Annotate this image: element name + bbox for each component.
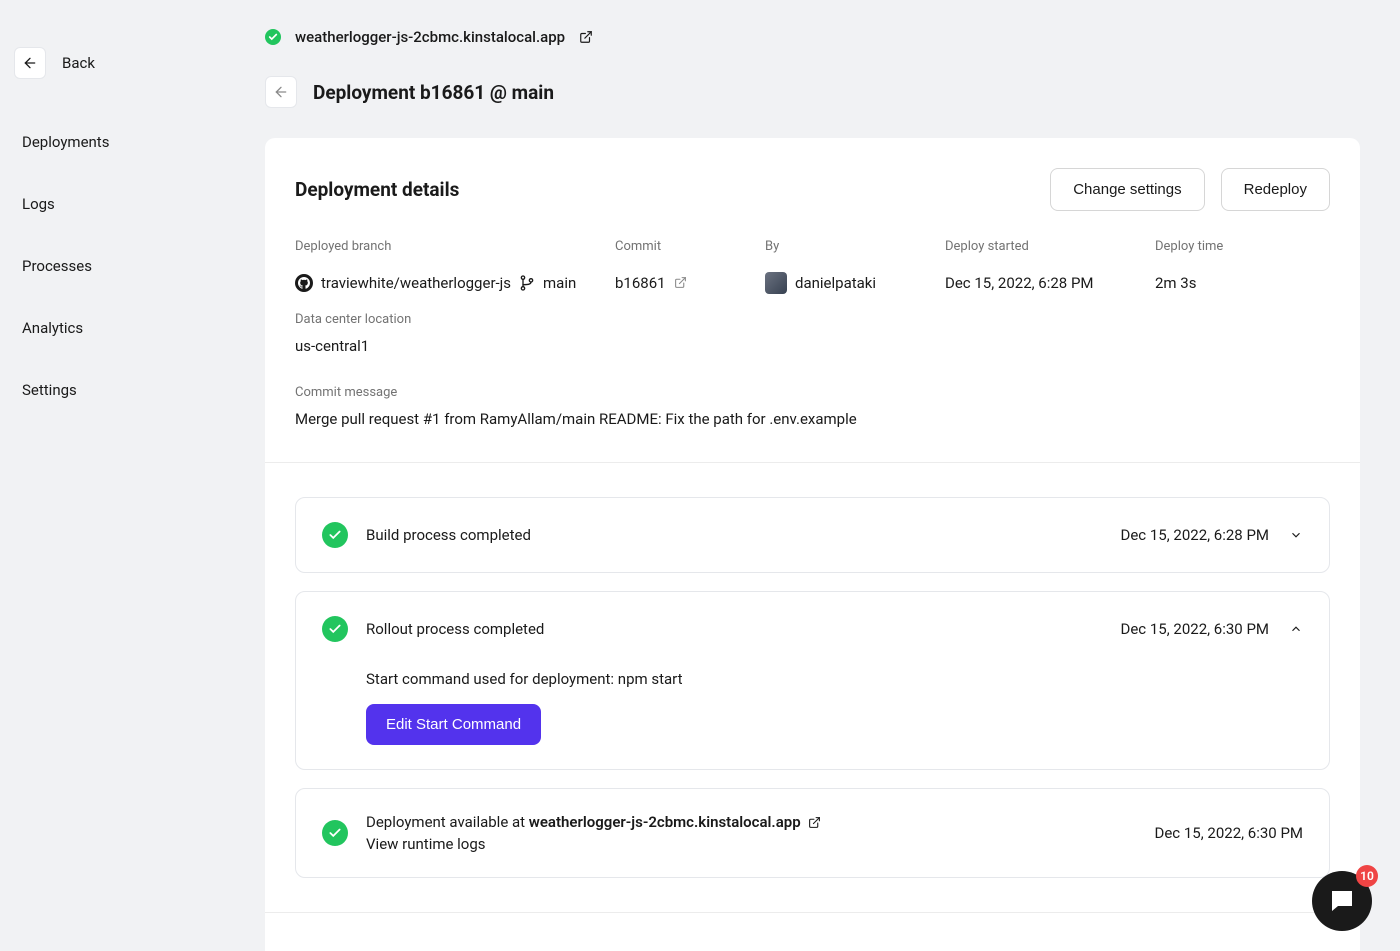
sidebar-item-deployments[interactable]: Deployments <box>12 119 253 165</box>
value-commit[interactable]: b16861 <box>615 272 765 294</box>
step-rollout-time: Dec 15, 2022, 6:30 PM <box>1121 620 1270 638</box>
status-dot-icon <box>265 29 281 45</box>
step-rollout: Rollout process completed Dec 15, 2022, … <box>295 591 1330 770</box>
step-rollout-title: Rollout process completed <box>366 620 1121 638</box>
commit-hash: b16861 <box>615 274 666 292</box>
page-title: Deployment b16861 @ main <box>313 81 554 104</box>
page-back-button[interactable] <box>265 76 297 108</box>
details-card: Deployment details Change settings Redep… <box>265 138 1360 951</box>
value-time: 2m 3s <box>1155 272 1330 294</box>
check-circle-icon <box>322 616 348 642</box>
label-time: Deploy time <box>1155 239 1330 254</box>
external-link-icon <box>808 816 822 830</box>
sidebar-item-analytics[interactable]: Analytics <box>12 305 253 351</box>
separator <box>265 912 1360 913</box>
start-command-text: Start command used for deployment: npm s… <box>366 670 1303 688</box>
back-row[interactable]: Back <box>14 47 253 79</box>
arrow-left-icon <box>22 55 38 71</box>
deploy-host[interactable]: weatherlogger-js-2cbmc.kinstalocal.app <box>529 813 801 831</box>
chat-badge: 10 <box>1356 865 1378 887</box>
by-name: danielpataki <box>795 274 876 292</box>
step-build-title: Build process completed <box>366 526 1121 544</box>
separator <box>265 462 1360 463</box>
avatar <box>765 272 787 294</box>
main-content: weatherlogger-js-2cbmc.kinstalocal.app D… <box>265 0 1400 951</box>
check-circle-icon <box>322 820 348 846</box>
card-title: Deployment details <box>295 178 459 201</box>
change-settings-button[interactable]: Change settings <box>1050 168 1204 211</box>
edit-start-command-button[interactable]: Edit Start Command <box>366 704 541 745</box>
external-link-icon <box>579 30 593 44</box>
external-link-icon <box>674 276 688 290</box>
step-build-header[interactable]: Build process completed Dec 15, 2022, 6:… <box>322 522 1303 548</box>
back-label: Back <box>62 54 95 72</box>
repo-name[interactable]: traviewhite/weatherlogger-js <box>321 274 511 292</box>
app-url-text: weatherlogger-js-2cbmc.kinstalocal.app <box>295 28 565 46</box>
check-circle-icon <box>322 522 348 548</box>
value-started: Dec 15, 2022, 6:28 PM <box>945 272 1155 294</box>
git-branch-icon <box>519 275 535 291</box>
sidebar-item-logs[interactable]: Logs <box>12 181 253 227</box>
superadmin-row: Superadmin <box>295 947 1330 951</box>
app-url-row[interactable]: weatherlogger-js-2cbmc.kinstalocal.app <box>265 28 1360 46</box>
label-branch: Deployed branch <box>295 239 615 254</box>
redeploy-button[interactable]: Redeploy <box>1221 168 1330 211</box>
step-build-time: Dec 15, 2022, 6:28 PM <box>1121 526 1270 544</box>
step-available-time: Dec 15, 2022, 6:30 PM <box>1155 824 1304 842</box>
value-branch: traviewhite/weatherlogger-js main <box>295 272 615 294</box>
deploy-prefix: Deployment available at <box>366 813 529 831</box>
value-by: danielpataki <box>765 272 945 294</box>
chevron-up-icon <box>1289 622 1303 636</box>
sidebar-item-settings[interactable]: Settings <box>12 367 253 413</box>
step-build: Build process completed Dec 15, 2022, 6:… <box>295 497 1330 573</box>
step-available: Deployment available at weatherlogger-js… <box>295 788 1330 878</box>
github-icon <box>295 274 313 292</box>
label-dc: Data center location <box>295 312 1330 327</box>
label-started: Deploy started <box>945 239 1155 254</box>
label-commit: Commit <box>615 239 765 254</box>
view-runtime-logs-link[interactable]: View runtime logs <box>366 835 486 853</box>
arrow-left-icon <box>273 84 289 100</box>
chevron-down-icon <box>1289 528 1303 542</box>
chat-icon <box>1328 887 1356 915</box>
back-button[interactable] <box>14 47 46 79</box>
value-msg: Merge pull request #1 from RamyAllam/mai… <box>295 410 1330 428</box>
sidebar-item-processes[interactable]: Processes <box>12 243 253 289</box>
step-available-header[interactable]: Deployment available at weatherlogger-js… <box>322 813 1303 853</box>
label-msg: Commit message <box>295 385 1330 400</box>
step-rollout-body: Start command used for deployment: npm s… <box>366 670 1303 745</box>
chat-launcher[interactable]: 10 <box>1312 871 1372 931</box>
step-rollout-header[interactable]: Rollout process completed Dec 15, 2022, … <box>322 616 1303 642</box>
value-dc: us-central1 <box>295 337 1330 355</box>
label-by: By <box>765 239 945 254</box>
step-available-title-block: Deployment available at weatherlogger-js… <box>366 813 1155 853</box>
branch-name: main <box>543 274 576 292</box>
page-title-row: Deployment b16861 @ main <box>265 76 1360 108</box>
sidebar: Back Deployments Logs Processes Analytic… <box>0 0 265 951</box>
